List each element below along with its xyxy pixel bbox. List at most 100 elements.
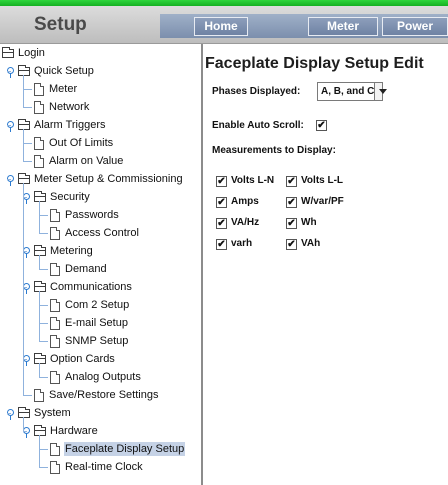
folder-icon <box>18 64 30 76</box>
tree-connector <box>39 449 48 450</box>
page-icon <box>50 460 60 474</box>
tree-item-label: Save/Restore Settings <box>49 389 159 401</box>
tree-item-out-of-limits[interactable]: Out Of Limits <box>34 135 114 151</box>
tree-connector <box>7 413 11 414</box>
tree-connector <box>23 395 32 396</box>
tree-item-passwords[interactable]: Passwords <box>50 207 120 223</box>
folder-icon <box>2 46 14 58</box>
measurement-checkbox-va-hz[interactable]: ✔ <box>216 218 227 229</box>
tree-item-meter[interactable]: Meter <box>34 81 78 97</box>
tree-item-label: Analog Outputs <box>65 371 141 383</box>
tree-connector <box>23 75 24 107</box>
tree-item-hardware[interactable]: Hardware <box>22 423 99 439</box>
tree-item-analog-outputs[interactable]: Analog Outputs <box>50 369 142 385</box>
phases-label: Phases Displayed: <box>212 86 301 97</box>
tree-item-label: Communications <box>50 281 132 293</box>
tree-item-metering[interactable]: Metering <box>22 243 94 259</box>
measurement-checkbox-wh[interactable]: ✔ <box>286 218 297 229</box>
tree-item-option-cards[interactable]: Option Cards <box>22 351 116 367</box>
folder-icon <box>34 244 46 256</box>
measurement-label: VAh <box>301 238 321 249</box>
page-icon <box>34 82 44 96</box>
measurement-label: Volts L-N <box>231 175 275 186</box>
tree-item-snmp-setup[interactable]: SNMP Setup <box>50 333 129 349</box>
page-icon <box>50 226 60 240</box>
tree-item-label: System <box>34 407 71 419</box>
tree-item-demand[interactable]: Demand <box>50 261 108 277</box>
measurement-label: W/var/PF <box>301 196 344 207</box>
page-icon <box>50 262 60 276</box>
main-content: Faceplate Display Setup Edit Phases Disp… <box>205 44 448 485</box>
tree-item-label: Demand <box>65 263 107 275</box>
page-icon <box>34 154 44 168</box>
tree-item-label: Com 2 Setup <box>65 299 130 311</box>
page-icon <box>50 298 60 312</box>
tree-item-label: Real-time Clock <box>65 461 143 473</box>
measurement-label: Volts L-L <box>301 175 344 186</box>
tree-item-label: Meter <box>49 83 78 95</box>
measurement-checkbox-vah[interactable]: ✔ <box>286 239 297 250</box>
tree-item-label: Network <box>49 101 90 113</box>
tree-item-login[interactable]: Login <box>2 45 46 61</box>
tree-connector <box>39 363 40 377</box>
tree-item-access-control[interactable]: Access Control <box>50 225 140 241</box>
tree-item-faceplate-display-setup[interactable]: Faceplate Display Setup <box>50 441 186 457</box>
tree-item-security[interactable]: Security <box>22 189 91 205</box>
tree-item-label: Alarm on Value <box>49 155 124 167</box>
tree-connector <box>23 183 24 395</box>
header-bar: Setup Home Meter Power <box>0 6 448 44</box>
folder-icon <box>34 352 46 364</box>
tree-connector <box>39 201 40 233</box>
tree-connector <box>23 107 32 108</box>
tree-item-e-mail-setup[interactable]: E-mail Setup <box>50 315 129 331</box>
folder-icon <box>18 406 30 418</box>
power-button[interactable]: Power <box>382 17 448 36</box>
autoscroll-checkbox[interactable]: ✔ <box>316 120 327 131</box>
tree-connector <box>39 291 40 341</box>
measurement-label: Wh <box>301 217 317 228</box>
tree-connector <box>39 233 48 234</box>
autoscroll-label: Enable Auto Scroll: <box>212 120 304 131</box>
tree-item-label: Out Of Limits <box>49 137 114 149</box>
measurement-label: Amps <box>231 196 259 207</box>
tree-item-com-2-setup[interactable]: Com 2 Setup <box>50 297 130 313</box>
tree-item-label: Meter Setup & Commissioning <box>34 173 183 185</box>
tree-item-label: SNMP Setup <box>65 335 129 347</box>
measurement-checkbox-varh[interactable]: ✔ <box>216 239 227 250</box>
home-button[interactable]: Home <box>194 17 248 36</box>
tree-item-alarm-triggers[interactable]: Alarm Triggers <box>6 117 107 133</box>
measurement-checkbox-volts-l-l[interactable]: ✔ <box>286 176 297 187</box>
measurement-checkbox-w-var-pf[interactable]: ✔ <box>286 197 297 208</box>
folder-icon <box>18 172 30 184</box>
tree-connector <box>39 323 48 324</box>
chevron-down-icon[interactable] <box>374 83 387 100</box>
tree-connector <box>23 143 32 144</box>
tree-item-label: Security <box>50 191 90 203</box>
tree-item-system[interactable]: System <box>6 405 72 421</box>
nav-strip: Home Meter Power <box>160 14 448 38</box>
tree-connector <box>23 161 32 162</box>
tree-item-meter-setup-commissioning[interactable]: Meter Setup & Commissioning <box>6 171 184 187</box>
tree-connector <box>7 179 11 180</box>
measurement-label: varh <box>231 238 253 249</box>
tree-item-real-time-clock[interactable]: Real-time Clock <box>50 459 144 475</box>
phases-select[interactable]: A, B, and C <box>317 82 387 101</box>
folder-icon <box>34 424 46 436</box>
measurement-checkbox-amps[interactable]: ✔ <box>216 197 227 208</box>
tree-item-network[interactable]: Network <box>34 99 90 115</box>
measurement-checkbox-volts-l-n[interactable]: ✔ <box>216 176 227 187</box>
page-icon <box>50 208 60 222</box>
tree-item-label: Access Control <box>65 227 139 239</box>
tree-item-save-restore-settings[interactable]: Save/Restore Settings <box>34 387 159 403</box>
tree-connector <box>39 255 40 269</box>
tree-connector <box>23 89 32 90</box>
tree-item-label: Login <box>18 47 45 59</box>
tree-item-alarm-on-value[interactable]: Alarm on Value <box>34 153 124 169</box>
tree-connector <box>7 125 11 126</box>
folder-icon <box>18 118 30 130</box>
tree-connector <box>39 305 48 306</box>
tree-item-quick-setup[interactable]: Quick Setup <box>6 63 95 79</box>
meter-button[interactable]: Meter <box>308 17 378 36</box>
page-icon <box>34 136 44 150</box>
tree-item-label: E-mail Setup <box>65 317 128 329</box>
